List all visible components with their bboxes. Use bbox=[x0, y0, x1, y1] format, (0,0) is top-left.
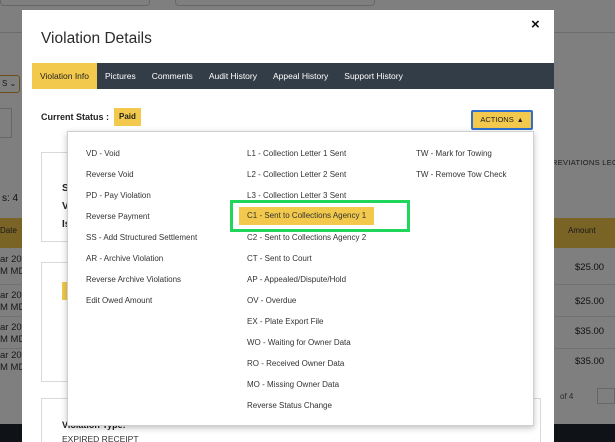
menu-item-mark-for-towing[interactable]: TW - Mark for Towing bbox=[416, 145, 492, 163]
menu-item-reverse-void[interactable]: Reverse Void bbox=[86, 166, 134, 184]
tab-support-history[interactable]: Support History bbox=[336, 63, 411, 89]
modal-title: Violation Details bbox=[41, 30, 152, 47]
tab-pictures[interactable]: Pictures bbox=[97, 63, 144, 89]
menu-item-remove-tow-check[interactable]: TW - Remove Tow Check bbox=[416, 166, 507, 184]
menu-item-received-owner-data[interactable]: RO - Received Owner Data bbox=[247, 355, 344, 373]
menu-item-plate-export[interactable]: EX - Plate Export File bbox=[247, 313, 323, 331]
actions-button[interactable]: ACTIONS ▲ bbox=[471, 110, 533, 130]
menu-item-reverse-payment[interactable]: Reverse Payment bbox=[86, 208, 150, 226]
tab-audit-history[interactable]: Audit History bbox=[201, 63, 265, 89]
menu-item-missing-owner-data[interactable]: MO - Missing Owner Data bbox=[247, 376, 339, 394]
menu-item-reverse-archive[interactable]: Reverse Archive Violations bbox=[86, 271, 181, 289]
menu-item-appealed[interactable]: AP - Appealed/Dispute/Hold bbox=[247, 271, 346, 289]
menu-item-waiting-owner-data[interactable]: WO - Waiting for Owner Data bbox=[247, 334, 351, 352]
menu-item-collection-letter-1[interactable]: L1 - Collection Letter 1 Sent bbox=[247, 145, 346, 163]
actions-button-label: ACTIONS bbox=[480, 115, 514, 124]
menu-item-overdue[interactable]: OV - Overdue bbox=[247, 292, 296, 310]
menu-item-pay-violation[interactable]: PD - Pay Violation bbox=[86, 187, 151, 205]
menu-item-collection-letter-2[interactable]: L2 - Collection Letter 2 Sent bbox=[247, 166, 346, 184]
status-badge: Paid bbox=[114, 108, 141, 126]
tab-appeal-history[interactable]: Appeal History bbox=[265, 63, 336, 89]
violation-type-value: EXPIRED RECEIPT bbox=[62, 434, 139, 442]
tab-comments[interactable]: Comments bbox=[144, 63, 201, 89]
actions-dropdown-menu: VD - Void Reverse Void PD - Pay Violatio… bbox=[67, 131, 534, 426]
close-icon[interactable]: × bbox=[531, 16, 540, 33]
tab-bar: Violation Info Pictures Comments Audit H… bbox=[32, 63, 554, 89]
current-status-label: Current Status : bbox=[41, 112, 110, 122]
chevron-up-icon: ▲ bbox=[516, 117, 524, 124]
menu-item-structured-settlement[interactable]: SS - Add Structured Settlement bbox=[86, 229, 197, 247]
menu-item-void[interactable]: VD - Void bbox=[86, 145, 120, 163]
menu-item-edit-owed-amount[interactable]: Edit Owed Amount bbox=[86, 292, 152, 310]
menu-item-reverse-status-change[interactable]: Reverse Status Change bbox=[247, 397, 332, 415]
menu-item-archive-violation[interactable]: AR - Archive Violation bbox=[86, 250, 163, 268]
tab-violation-info[interactable]: Violation Info bbox=[32, 63, 97, 89]
annotation-highlight-box bbox=[230, 200, 410, 232]
menu-item-sent-to-court[interactable]: CT - Sent to Court bbox=[247, 250, 312, 268]
